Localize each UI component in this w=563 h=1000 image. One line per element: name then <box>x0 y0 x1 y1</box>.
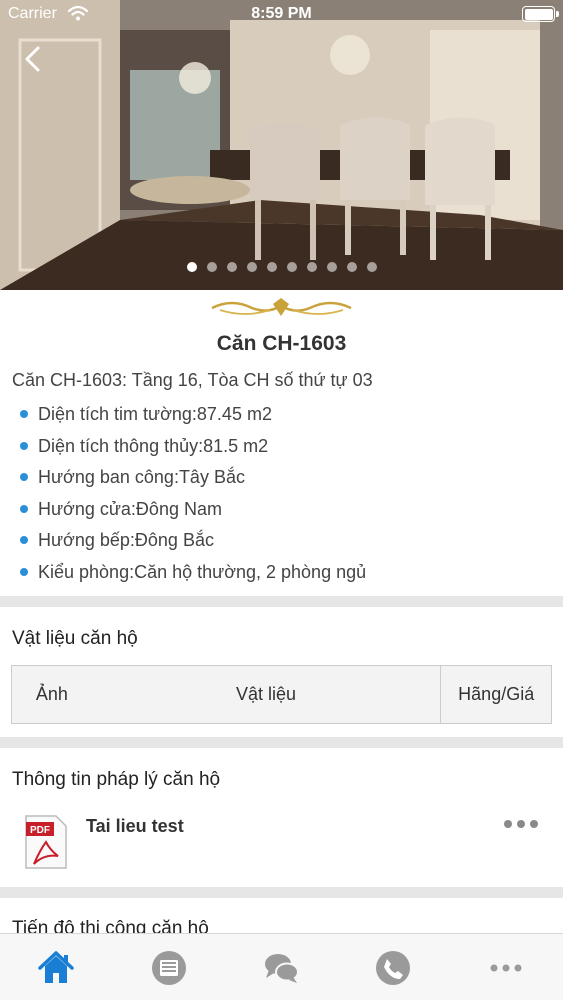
pdf-label: PDF <box>30 825 50 836</box>
spec-item: Kiểu phòng:Căn hộ thường, 2 phòng ngủ <box>20 560 366 592</box>
hero-carousel[interactable]: Carrier 8:59 PM <box>0 0 563 290</box>
home-icon[interactable] <box>36 948 76 988</box>
section-divider <box>0 887 563 898</box>
materials-column-image: Ảnh <box>35 684 68 704</box>
carousel-pagination[interactable] <box>0 259 563 277</box>
carousel-dot[interactable] <box>266 262 277 272</box>
materials-column-material: Vật liệu <box>92 666 442 723</box>
carousel-dot[interactable] <box>286 262 297 272</box>
carousel-dot[interactable] <box>226 262 237 272</box>
battery-icon <box>522 6 559 22</box>
status-bar: Carrier 8:59 PM <box>0 0 563 30</box>
carousel-dot[interactable] <box>366 262 377 272</box>
pdf-icon: PDF <box>25 815 67 869</box>
document-name[interactable]: Tai lieu test <box>86 816 184 837</box>
phone-icon[interactable] <box>373 948 413 988</box>
more-options-icon[interactable] <box>503 816 539 832</box>
back-chevron-icon[interactable] <box>18 42 48 76</box>
status-time: 8:59 PM <box>251 5 312 22</box>
section-divider <box>0 737 563 748</box>
more-icon[interactable] <box>486 948 526 988</box>
apartment-subtitle: Căn CH-1603: Tầng 16, Tòa CH số thứ tự 0… <box>12 370 373 390</box>
ornament-divider-icon <box>211 298 352 316</box>
spec-item: Diện tích tim tường:87.45 m2 <box>20 402 366 434</box>
news-icon[interactable] <box>149 948 189 988</box>
spec-item: Hướng cửa:Đông Nam <box>20 497 366 529</box>
carousel-dot[interactable] <box>206 262 217 272</box>
apartment-specs-list: Diện tích tim tường:87.45 m2 Diện tích t… <box>20 402 366 591</box>
spec-item: Diện tích thông thủy:81.5 m2 <box>20 434 366 466</box>
materials-section-title: Vật liệu căn hộ <box>12 628 138 649</box>
spec-item: Hướng bếp:Đông Bắc <box>20 528 366 560</box>
section-divider <box>0 596 563 607</box>
document-row[interactable]: PDF Tai lieu test <box>0 808 563 874</box>
apartment-title: Căn CH-1603 <box>216 332 347 355</box>
carousel-dot[interactable] <box>186 262 197 272</box>
carousel-dot[interactable] <box>306 262 317 272</box>
carousel-dot[interactable] <box>346 262 357 272</box>
apartment-photo <box>0 0 563 290</box>
chat-icon[interactable] <box>261 948 301 988</box>
carousel-dot[interactable] <box>326 262 337 272</box>
carousel-dot[interactable] <box>246 262 257 272</box>
spec-item: Hướng ban công:Tây Bắc <box>20 465 366 497</box>
materials-table-header: Ảnh Vật liệu Hãng/Giá <box>11 665 552 724</box>
tab-bar <box>0 933 563 1000</box>
legal-section-title: Thông tin pháp lý căn hộ <box>12 769 221 790</box>
materials-column-brand-price: Hãng/Giá <box>458 684 535 704</box>
